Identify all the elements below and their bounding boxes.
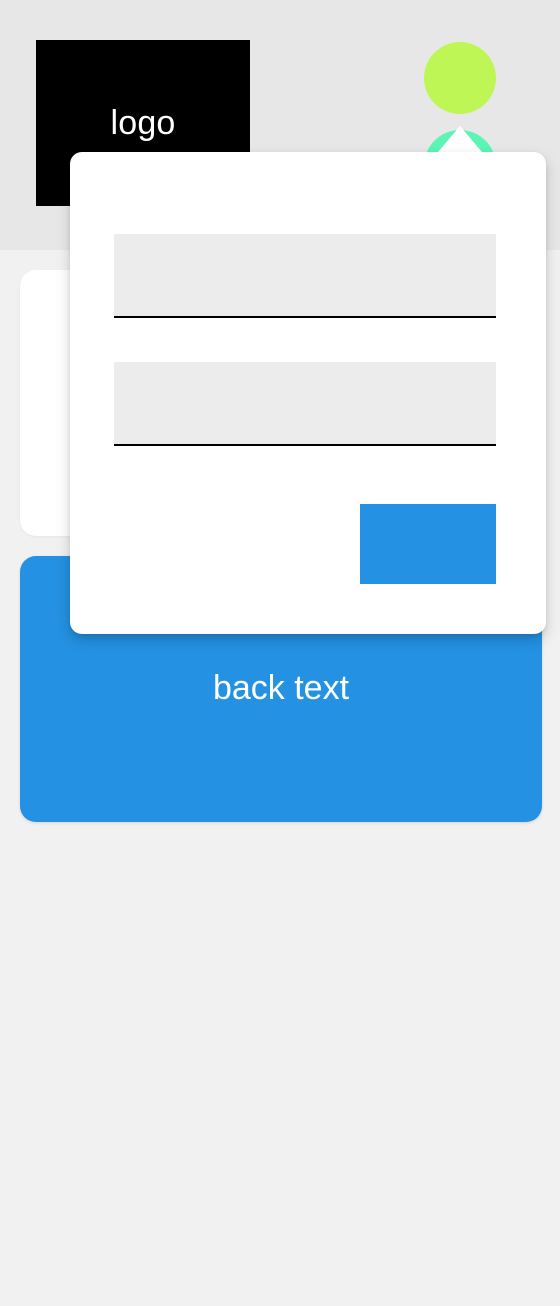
back-card-text: back text <box>212 669 350 707</box>
second-input-field[interactable] <box>114 362 496 446</box>
popover-dialog <box>70 152 546 634</box>
user-avatar[interactable] <box>424 42 496 114</box>
popover-arrow <box>438 126 482 152</box>
first-input-field[interactable] <box>114 234 496 318</box>
submit-button[interactable] <box>360 504 496 584</box>
logo-text: logo <box>110 103 176 142</box>
